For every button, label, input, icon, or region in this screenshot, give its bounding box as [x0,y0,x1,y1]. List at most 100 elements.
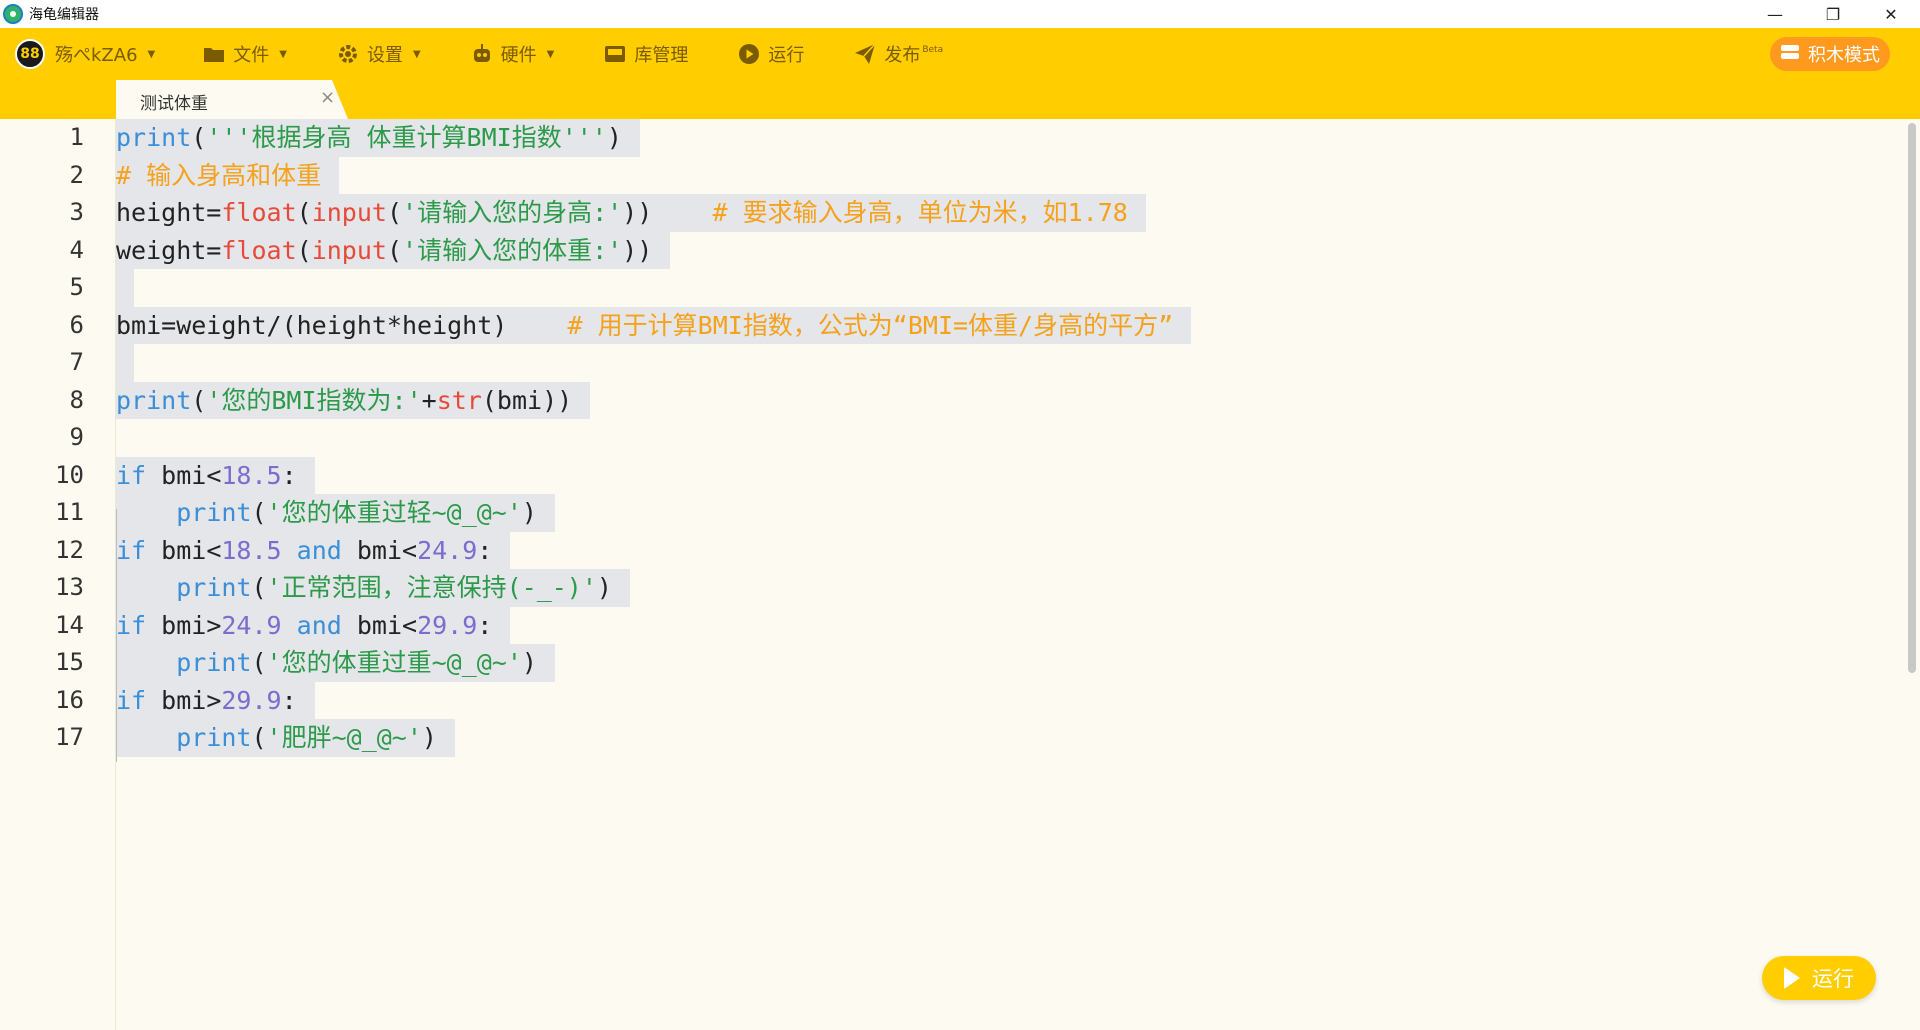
run-button[interactable]: 运行 [1762,956,1876,1000]
code-token: print [116,385,192,415]
menu-bar: 88 殇ぺkZA6 ▼ 文件 ▼ 设置 ▼ 硬件 ▼ 库管理 运行 发布 Bet… [0,28,1920,80]
code-line[interactable]: print('正常范围，注意保持(-_-)') [116,569,630,607]
folder-icon [203,43,225,65]
code-token: print [176,498,252,527]
avatar: 88 [15,39,45,69]
code-token: str [436,385,482,415]
menu-settings[interactable]: 设置 ▼ [337,41,421,67]
code-line[interactable]: if bmi<18.5: [116,456,315,494]
line-number: 14 [55,610,84,639]
code-line[interactable]: if bmi<18.5 and bmi<24.9: [116,531,511,569]
vertical-scrollbar[interactable] [1904,119,1920,1030]
play-icon [1784,967,1800,989]
code-line[interactable]: print('您的体重过轻~@_@~') [116,494,555,532]
window-controls: — ❐ ✕ [1746,0,1920,28]
menu-publish[interactable]: 发布 Beta [854,41,943,67]
code-token: ( [251,648,267,677]
code-token: ( [296,235,312,265]
code-line[interactable]: if bmi>29.9: [116,681,315,719]
blocks-icon [1780,43,1800,66]
code-line[interactable]: print('您的BMI指数为:'+str(bmi)) [116,381,591,419]
code-line[interactable]: weight=float(input('请输入您的体重:')) [116,231,671,269]
code-token: print [176,723,252,752]
code-token: ) [606,123,622,152]
code-token: if [116,610,147,640]
chevron-down-icon: ▼ [546,48,555,60]
line-number: 10 [55,460,84,489]
close-tab-icon[interactable]: × [320,87,335,108]
close-button[interactable]: ✕ [1862,0,1920,28]
code-line[interactable]: if bmi>24.9 and bmi<29.9: [116,606,511,644]
line-number: 12 [55,535,84,564]
code-token: ) [421,723,437,752]
code-token: ( [386,235,403,265]
code-token: '请输入您的体重:' [402,235,623,265]
tab-label: 测试体重 [140,94,208,114]
menu-settings-label: 设置 [366,45,403,66]
code-token: bmi< [341,535,418,565]
code-token: bmi=weight/(height*height) [116,310,568,340]
tab-test-weight[interactable]: 测试体重 × [116,80,348,119]
line-number: 1 [69,123,84,151]
menu-file[interactable]: 文件 ▼ [203,41,287,67]
user-name: 殇ぺkZA6 [55,45,138,66]
menu-run[interactable]: 运行 [738,41,804,67]
code-token: 18.5 [221,460,282,490]
code-line[interactable]: height=float(input('请输入您的身高:')) # 要求输入身高… [116,194,1146,232]
code-line[interactable]: # 输入身高和体重 [116,156,340,194]
code-line[interactable]: print('肥胖~@_@~') [116,719,455,757]
code-token: '您的体重过轻~@_@~' [266,498,522,527]
code-token: bmi< [341,610,418,640]
line-number: 6 [69,310,84,339]
block-mode-label: 积木模式 [1808,45,1880,66]
code-token: : [281,460,297,490]
block-mode-button[interactable]: 积木模式 [1770,37,1890,71]
code-token: input [311,198,387,227]
code-token: bmi> [146,685,222,715]
code-token: print [176,573,252,602]
code-line[interactable] [116,344,134,382]
code-line[interactable]: print('您的体重过重~@_@~') [116,644,555,682]
code-line[interactable]: bmi=weight/(height*height) # 用于计算BMI指数，公… [116,306,1192,344]
run-button-label: 运行 [1812,967,1854,991]
menu-library[interactable]: 库管理 [604,41,688,67]
scrollbar-thumb[interactable] [1908,123,1916,673]
code-token: ( [191,385,207,415]
restore-button[interactable]: ❐ [1804,0,1862,28]
code-line[interactable]: print('''根据身高 体重计算BMI指数''') [116,119,640,157]
robot-icon [471,43,493,65]
user-menu[interactable]: 88 殇ぺkZA6 ▼ [0,39,155,69]
code-token: : [477,610,493,640]
line-number: 16 [55,685,84,714]
line-number: 7 [69,348,84,376]
code-line[interactable] [116,269,134,307]
code-editor[interactable]: print('''根据身高 体重计算BMI指数''') # 输入身高和体重 heig… [116,119,1904,1030]
code-token: and [296,535,342,565]
code-token: '请输入您的身高:' [402,198,623,227]
minimize-button[interactable]: — [1746,0,1804,28]
menu-library-label: 库管理 [634,45,689,66]
code-token: + [421,385,437,415]
code-token: # 要求输入身高，单位为米，如1.78 [712,198,1128,227]
play-circle-icon [738,43,760,65]
code-token: ) [596,573,612,602]
line-number: 13 [55,573,84,601]
code-token: if [116,685,147,715]
code-token: bmi> [146,610,222,640]
code-token: ( [251,723,267,752]
menu-hardware[interactable]: 硬件 ▼ [471,41,555,67]
code-token: height= [116,198,222,227]
line-number: 3 [69,198,84,226]
code-token: 24.9 [417,535,478,565]
code-token: '您的BMI指数为:' [206,385,422,415]
code-token: ) [521,648,537,677]
code-token: ) [521,498,537,527]
line-number: 11 [55,498,84,526]
code-token: # 输入身高和体重 [116,160,322,190]
code-token: float [221,198,297,227]
code-token: '正常范围，注意保持(-_-)' [266,573,597,602]
line-number: 5 [69,273,84,301]
beta-badge: Beta [922,45,944,55]
